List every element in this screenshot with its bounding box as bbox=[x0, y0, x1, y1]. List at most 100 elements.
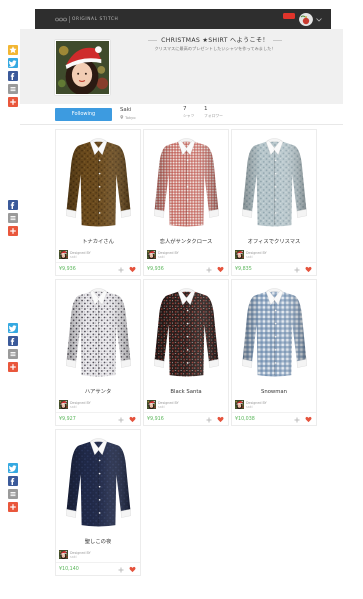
designer-info[interactable]: Designed BY saki bbox=[58, 250, 138, 260]
product-name[interactable]: トナカイさん bbox=[56, 238, 140, 246]
user-avatar[interactable] bbox=[299, 12, 313, 26]
product-name[interactable]: Snowman bbox=[232, 388, 316, 396]
facebook-icon bbox=[10, 338, 15, 345]
bookmark-icon bbox=[10, 352, 16, 357]
chevron-down-icon[interactable] bbox=[316, 17, 322, 22]
facebook-share-button[interactable] bbox=[8, 71, 18, 81]
designer-info[interactable]: Designed BY saki bbox=[234, 400, 314, 410]
twitter-icon bbox=[8, 325, 17, 332]
twitter-share-button[interactable] bbox=[8, 58, 18, 68]
add-button[interactable] bbox=[206, 267, 212, 273]
shirt-image[interactable] bbox=[144, 130, 228, 234]
heart-icon bbox=[217, 266, 224, 273]
shirt-illustration bbox=[65, 438, 131, 527]
share-bar-profile bbox=[8, 45, 18, 110]
plus-icon bbox=[118, 267, 124, 272]
logo-divider bbox=[69, 15, 70, 23]
notification-badge[interactable] bbox=[283, 13, 295, 19]
shirt-image[interactable] bbox=[56, 130, 140, 234]
shirt-illustration bbox=[241, 138, 307, 227]
like-button[interactable] bbox=[129, 416, 136, 423]
designer-name: saki bbox=[70, 254, 77, 259]
designer-info[interactable]: Designed BY saki bbox=[146, 250, 226, 260]
facebook-icon bbox=[10, 73, 15, 80]
profile-title-row: CHRISTMAS ★SHIRT へようこそ！ bbox=[115, 37, 315, 45]
add-button[interactable] bbox=[118, 417, 124, 423]
twitter-share-button[interactable] bbox=[8, 323, 18, 333]
price-row: ¥10,140 bbox=[56, 562, 140, 575]
bookmark-share-button[interactable] bbox=[8, 84, 18, 94]
designer-avatar bbox=[235, 400, 244, 409]
plus-icon bbox=[294, 417, 300, 422]
logo-icon[interactable] bbox=[55, 17, 67, 22]
designer-info[interactable]: Designed BY saki bbox=[146, 400, 226, 410]
brand-name[interactable]: ORIGINAL STITCH bbox=[72, 16, 118, 23]
stat-shirts[interactable]: 7 シャツ bbox=[183, 106, 194, 118]
add-button[interactable] bbox=[118, 267, 124, 273]
twitter-share-button[interactable] bbox=[8, 463, 18, 473]
product-card[interactable]: トナカイさん Designed BY saki ¥9,936 bbox=[55, 129, 141, 276]
star-share-button[interactable] bbox=[8, 45, 18, 55]
google-plus-icon bbox=[10, 504, 16, 510]
bookmark-share-button[interactable] bbox=[8, 489, 18, 499]
like-button[interactable] bbox=[129, 566, 136, 573]
designer-info[interactable]: Designed BY saki bbox=[58, 400, 138, 410]
facebook-share-button[interactable] bbox=[8, 336, 18, 346]
bookmark-share-button[interactable] bbox=[8, 213, 18, 223]
shirt-image[interactable] bbox=[144, 280, 228, 384]
plus-icon bbox=[294, 267, 300, 272]
shirt-image[interactable] bbox=[232, 130, 316, 234]
stat-followers[interactable]: 1 フォロワー bbox=[204, 106, 223, 118]
facebook-share-button[interactable] bbox=[8, 200, 18, 210]
shirt-image[interactable] bbox=[56, 280, 140, 384]
add-button[interactable] bbox=[206, 417, 212, 423]
product-card[interactable]: 聖しこの夜 Designed BY saki ¥10,140 bbox=[55, 429, 141, 576]
following-button[interactable]: Following bbox=[55, 108, 112, 121]
google-plus-icon bbox=[10, 364, 16, 370]
designer-avatar bbox=[59, 550, 68, 559]
heart-icon bbox=[217, 416, 224, 423]
plus-icon bbox=[206, 267, 212, 272]
heart-icon bbox=[129, 266, 136, 273]
product-card[interactable]: Black Santa Designed BY saki ¥9,916 bbox=[143, 279, 229, 426]
price-row: ¥9,916 bbox=[144, 412, 228, 425]
shirt-illustration bbox=[241, 288, 307, 377]
google-plus-share-button[interactable] bbox=[8, 226, 18, 236]
product-name[interactable]: Black Santa bbox=[144, 388, 228, 396]
bookmark-share-button[interactable] bbox=[8, 349, 18, 359]
google-plus-share-button[interactable] bbox=[8, 97, 18, 107]
share-bar-row-3 bbox=[8, 463, 18, 515]
designer-info[interactable]: Designed BY saki bbox=[58, 550, 138, 560]
google-plus-icon bbox=[10, 228, 16, 234]
plus-icon bbox=[206, 417, 212, 422]
product-card[interactable]: Snowman Designed BY saki ¥10,038 bbox=[231, 279, 317, 426]
like-button[interactable] bbox=[217, 266, 224, 273]
designer-info[interactable]: Designed BY saki bbox=[234, 250, 314, 260]
shirt-image[interactable] bbox=[232, 280, 316, 384]
like-button[interactable] bbox=[305, 416, 312, 423]
add-button[interactable] bbox=[294, 417, 300, 423]
title-decor-right bbox=[272, 40, 282, 41]
add-button[interactable] bbox=[118, 567, 124, 573]
product-name[interactable]: オフィスでクリスマス bbox=[232, 238, 316, 246]
product-name[interactable]: ハアサンタ bbox=[56, 388, 140, 396]
user-name[interactable]: Saki bbox=[120, 107, 131, 114]
product-card[interactable]: オフィスでクリスマス Designed BY saki ¥9,835 bbox=[231, 129, 317, 276]
like-button[interactable] bbox=[305, 266, 312, 273]
facebook-share-button[interactable] bbox=[8, 476, 18, 486]
product-name[interactable]: 聖しこの夜 bbox=[56, 538, 140, 546]
heart-icon bbox=[129, 416, 136, 423]
add-button[interactable] bbox=[294, 267, 300, 273]
shirt-illustration bbox=[153, 138, 219, 227]
designer-name: saki bbox=[70, 404, 77, 409]
product-card[interactable]: ハアサンタ Designed BY saki ¥9,927 bbox=[55, 279, 141, 426]
designer-name: saki bbox=[158, 254, 165, 259]
google-plus-share-button[interactable] bbox=[8, 362, 18, 372]
product-name[interactable]: 恋人がサンタクロース bbox=[144, 238, 228, 246]
shirt-image[interactable] bbox=[56, 430, 140, 534]
like-button[interactable] bbox=[217, 416, 224, 423]
product-price: ¥9,936 bbox=[147, 266, 164, 272]
google-plus-share-button[interactable] bbox=[8, 502, 18, 512]
product-card[interactable]: 恋人がサンタクロース Designed BY saki ¥9,936 bbox=[143, 129, 229, 276]
like-button[interactable] bbox=[129, 266, 136, 273]
